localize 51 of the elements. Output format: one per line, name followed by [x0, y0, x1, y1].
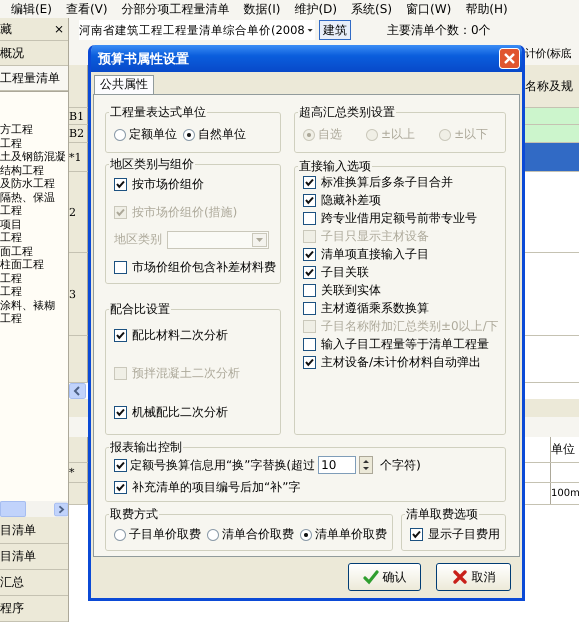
- radio-label: ±以下: [454, 126, 488, 143]
- checkbox-label: 显示子目费用: [428, 526, 500, 543]
- panel-title: 藏: [0, 20, 12, 38]
- radio-label: 定额单位: [129, 126, 177, 143]
- checkbox-label: 子目只显示主材设备: [321, 228, 429, 244]
- checkbox-label: 关联到实体: [321, 282, 381, 298]
- checkbox-label: 按市场价组价: [132, 176, 204, 194]
- dropdown-value: 河南省建筑工程工程量清单综合单价(2008: [79, 22, 305, 38]
- checkbox-label: 子目关联: [321, 264, 369, 280]
- field-label: 地区类别: [114, 231, 162, 248]
- checkbox-label: 主材遵循乘系数换算: [321, 300, 429, 316]
- group-title: 超高汇总类别设置: [298, 105, 396, 119]
- dialog-title: 预算书属性设置: [98, 50, 189, 68]
- radio-label: 清单单价取费: [315, 526, 387, 543]
- group-title: 地区类别与组价: [109, 157, 195, 171]
- radio-label: 自然单位: [198, 126, 246, 143]
- list-count: 主要清单个数：0个: [387, 22, 491, 38]
- checkbox-label: 主材设备/未计价材料自动弹出: [321, 354, 482, 370]
- radio-label: 自选: [318, 126, 342, 143]
- checkbox-label: 定额号换算信息用“换”字替换(超过: [130, 456, 316, 474]
- checkbox-label: 清单项直接输入子目: [321, 246, 429, 262]
- checkbox-label: 预拌混凝土二次分析: [132, 365, 240, 382]
- checkbox-label: 隐藏补差项: [321, 192, 381, 208]
- checkbox-label: 标准换算后多条子目合并: [321, 174, 453, 190]
- row-header: *: [69, 463, 88, 482]
- checkbox-label: 子目名称附加汇总类别±0以上/下: [321, 318, 499, 334]
- radio-label: 清单合价取费: [222, 526, 294, 543]
- group-title: 配合比设置: [109, 302, 171, 316]
- row-header: 3: [69, 253, 88, 335]
- checkbox-label: 补充清单的项目编号后加“补”字: [132, 479, 300, 496]
- checkbox-label: 机械配比二次分析: [132, 404, 228, 422]
- row-header: B2: [69, 125, 88, 142]
- checkbox-label: 输入子目工程量等于清单工程量: [321, 336, 489, 352]
- column-header: 单位: [550, 437, 579, 462]
- checkbox-label: 配比材料二次分析: [132, 326, 228, 344]
- row-header: *1: [69, 143, 88, 171]
- toolbar-caption: 计价(标底: [525, 46, 572, 61]
- checkbox-label: 按市场价组价(措施): [132, 204, 238, 221]
- radio-label: ±以上: [381, 126, 416, 143]
- checkbox-label: 跨专业借用定额号前带专业号: [321, 210, 477, 226]
- table-cell: 100m: [550, 483, 579, 504]
- row-header: 2: [69, 172, 88, 252]
- group-title: 报表输出控制: [109, 440, 183, 454]
- group-title: 工程量表达式单位: [109, 105, 207, 119]
- group-title: 直接输入选项: [298, 159, 372, 173]
- checkbox-label: 市场价组价包含补差材料费: [132, 258, 276, 276]
- group-title: 清单取费选项: [405, 507, 479, 521]
- row-header: B1: [69, 108, 88, 124]
- radio-label: 子目单价取费: [129, 526, 201, 543]
- spin-suffix: 个字符): [380, 456, 421, 474]
- group-title: 取费方式: [109, 507, 159, 521]
